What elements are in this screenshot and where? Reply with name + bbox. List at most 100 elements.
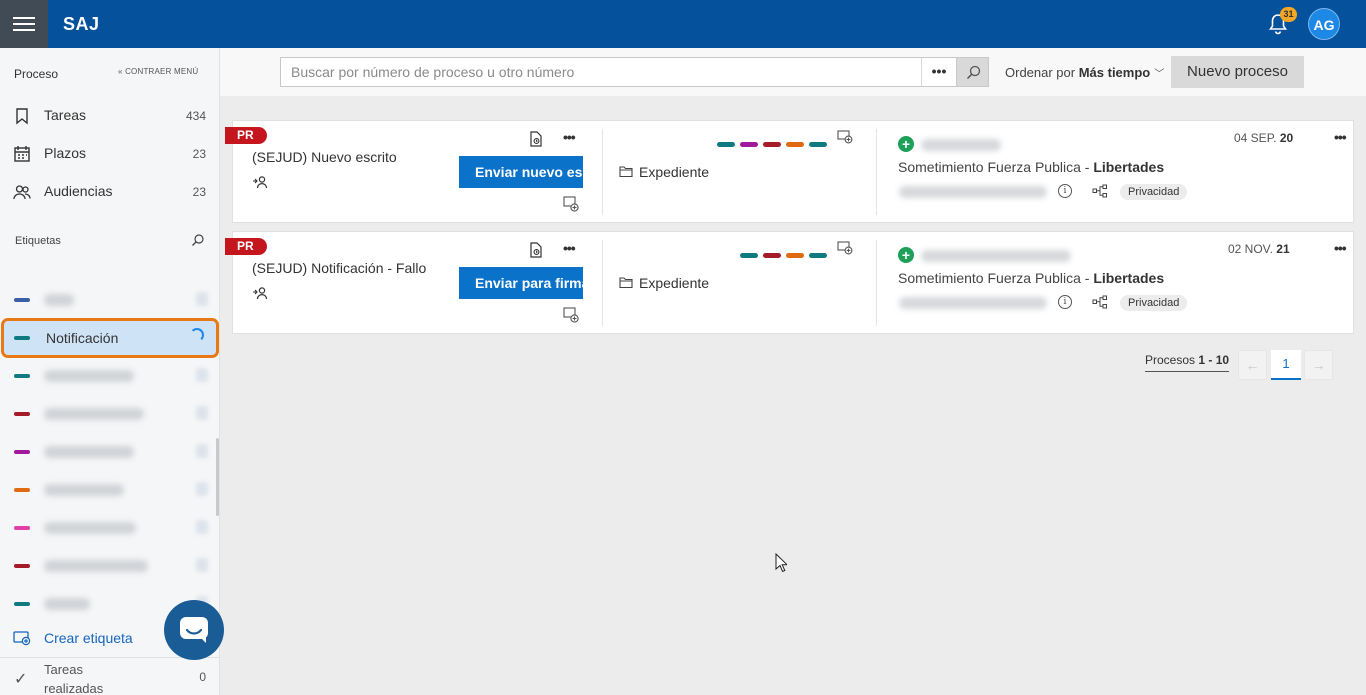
tag-label-redacted	[44, 560, 148, 572]
add-comment-icon[interactable]	[563, 307, 579, 323]
date-day-month: 02 NOV.	[1228, 242, 1277, 256]
tag-color-swatch	[14, 298, 30, 302]
sidebar: Proceso « CONTRAER MENÚ Tareas 434 Plazo…	[0, 48, 220, 695]
search-field[interactable]	[280, 57, 922, 87]
process-title[interactable]: (SEJUD) Notificación - Fallo	[252, 260, 452, 276]
tag-count-redacted	[196, 558, 208, 572]
sidebar-tag[interactable]	[0, 547, 219, 585]
add-tag-icon[interactable]	[837, 241, 853, 255]
menu-icon[interactable]	[0, 0, 48, 48]
info-icon[interactable]: i	[1058, 295, 1072, 309]
chevron-down-icon: ﹀	[1154, 69, 1165, 80]
sidebar-tag[interactable]	[0, 509, 219, 547]
process-card[interactable]: PR (SEJUD) Notificación - Fallo ••• Enviar …	[225, 231, 1354, 334]
process-action-button[interactable]: Enviar nuevo escrito	[459, 156, 583, 188]
chat-widget-button[interactable]	[164, 600, 224, 660]
assign-user-icon[interactable]	[252, 286, 268, 300]
subject-prefix: Sometimiento Fuerza Publica -	[898, 270, 1094, 286]
more-options-icon[interactable]: •••	[563, 240, 576, 256]
sidebar-item-plazos[interactable]: Plazos 23	[0, 134, 219, 172]
previous-page-button[interactable]: ←	[1238, 350, 1267, 380]
add-tag-icon[interactable]	[837, 130, 853, 144]
privacy-badge: Privacidad	[1120, 184, 1188, 200]
sidebar-item-count: 434	[185, 109, 206, 123]
tag-label-redacted	[44, 598, 90, 610]
process-title[interactable]: (SEJUD) Nuevo escrito	[252, 149, 452, 165]
sidebar-tag[interactable]	[0, 395, 219, 433]
sidebar-item-count: 23	[192, 147, 206, 161]
tag-label-redacted	[44, 370, 134, 382]
expediente-link[interactable]: Expediente	[639, 164, 709, 180]
process-action-button[interactable]: Enviar para firma	[459, 267, 583, 299]
new-process-button[interactable]: Nuevo proceso	[1171, 56, 1304, 88]
tag-label-redacted	[44, 294, 74, 306]
tag-color-chip	[809, 142, 827, 147]
sidebar-tag[interactable]	[0, 357, 219, 395]
collapse-menu-label: CONTRAER MENÚ	[125, 67, 199, 76]
sidebar-item-audiencias[interactable]: Audiencias 23	[0, 172, 219, 210]
tag-color-swatch	[14, 450, 30, 454]
pager-summary: Procesos 1 - 10	[1145, 353, 1230, 372]
search-button[interactable]	[956, 57, 989, 87]
tag-color-chip	[786, 253, 804, 258]
sidebar-tag[interactable]	[0, 433, 219, 471]
sidebar-item-tareas[interactable]: Tareas 434	[0, 96, 219, 134]
subject-highlight: Libertades	[1093, 270, 1165, 286]
sidebar-tag[interactable]	[0, 471, 219, 509]
sidebar-item-label: Audiencias	[44, 183, 113, 199]
page-1-button[interactable]: 1	[1271, 350, 1301, 380]
more-options-icon[interactable]: •••	[1334, 129, 1347, 145]
tag-color-swatch	[14, 526, 30, 530]
search-input[interactable]	[281, 58, 921, 86]
calendar-icon	[14, 146, 30, 162]
hierarchy-icon[interactable]	[1092, 184, 1108, 198]
notification-badge: 31	[1280, 7, 1297, 22]
tag-count-redacted	[196, 406, 208, 420]
search-options-button[interactable]: •••	[921, 57, 957, 87]
tag-color-swatch	[14, 564, 30, 568]
process-tags[interactable]	[717, 134, 832, 147]
tag-count-redacted	[196, 368, 208, 382]
expediente-link[interactable]: Expediente	[639, 275, 709, 291]
add-icon[interactable]: +	[898, 136, 914, 152]
document-icon[interactable]	[529, 131, 543, 147]
add-comment-icon[interactable]	[563, 196, 579, 212]
chat-icon	[180, 617, 208, 643]
loading-spinner-icon	[190, 328, 204, 342]
process-card[interactable]: PR (SEJUD) Nuevo escrito ••• Enviar nuevo e…	[225, 120, 1354, 223]
process-date: 04 SEP. 20	[1234, 131, 1293, 145]
sort-dropdown[interactable]: Ordenar por Más tiempo ﹀	[1005, 65, 1164, 80]
sidebar-tag-active[interactable]: Notificación	[1, 318, 219, 358]
tag-color-chip	[740, 253, 758, 258]
tag-count-redacted	[196, 444, 208, 458]
sort-prefix: Ordenar por	[1005, 65, 1076, 80]
check-icon: ✓	[14, 671, 28, 688]
scrollbar[interactable]	[216, 438, 219, 516]
collapse-menu-button[interactable]: « CONTRAER MENÚ	[118, 67, 198, 76]
avatar[interactable]: AG	[1308, 8, 1340, 40]
subject-prefix: Sometimiento Fuerza Publica -	[898, 159, 1094, 175]
party-name-redacted	[921, 139, 1001, 151]
tag-color-chip	[763, 142, 781, 147]
process-tags[interactable]	[740, 245, 832, 258]
sidebar-item-count: 23	[192, 185, 206, 199]
tag-color-chip	[763, 253, 781, 258]
info-icon[interactable]: i	[1058, 184, 1072, 198]
search-icon[interactable]	[191, 233, 205, 247]
more-options-icon[interactable]: •••	[563, 129, 576, 145]
more-options-icon[interactable]: •••	[1334, 240, 1347, 256]
top-bar: SAJ 31 AG	[0, 0, 1366, 48]
tag-count-redacted	[196, 482, 208, 496]
add-icon[interactable]: +	[898, 247, 914, 263]
sidebar-item-tareas-realizadas[interactable]: ✓ Tareas realizadas 0	[0, 657, 219, 695]
document-icon[interactable]	[529, 242, 543, 258]
assign-user-icon[interactable]	[252, 175, 268, 189]
hierarchy-icon[interactable]	[1092, 295, 1108, 309]
next-page-button[interactable]: →	[1304, 350, 1333, 380]
subject-highlight: Libertades	[1093, 159, 1165, 175]
party-name-redacted	[921, 250, 1071, 262]
sidebar-tag[interactable]	[0, 281, 219, 319]
bookmark-icon	[16, 108, 28, 125]
tag-label-redacted	[44, 408, 144, 420]
card-divider	[876, 240, 877, 326]
